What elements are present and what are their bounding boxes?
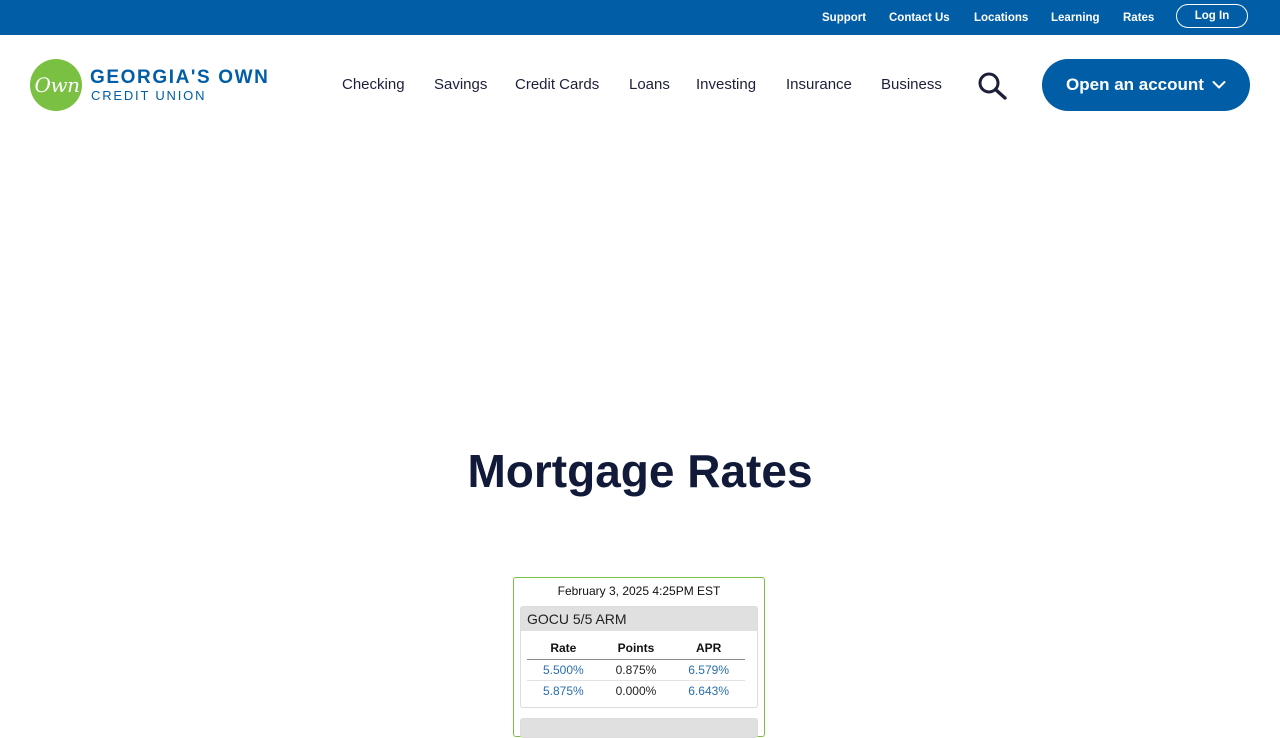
utility-link-support[interactable]: Support xyxy=(822,12,866,24)
logo-mark: Own xyxy=(30,59,82,111)
log-in-button[interactable]: Log In xyxy=(1176,4,1248,28)
rates-widget: February 3, 2025 4:25PM EST GOCU 5/5 ARM… xyxy=(513,577,765,738)
nav-item-business[interactable]: Business xyxy=(881,76,942,93)
chevron-down-icon xyxy=(1212,81,1226,89)
logo-wordmark: GEORGIA'S OWN xyxy=(90,67,270,88)
nav-item-savings[interactable]: Savings xyxy=(434,76,487,93)
utility-link-locations[interactable]: Locations xyxy=(974,12,1028,24)
page-title: Mortgage Rates xyxy=(467,445,813,497)
search-button[interactable] xyxy=(976,72,1008,100)
search-icon xyxy=(978,72,1007,100)
table-row: 5.500% 0.875% 6.579% xyxy=(527,659,745,681)
next-product-card xyxy=(520,718,758,738)
rate-cell[interactable]: 5.875% xyxy=(527,681,600,702)
utility-link-rates[interactable]: Rates xyxy=(1123,12,1154,24)
rate-table: Rate Points APR 5.500% 0.875% 6.579% 5.8… xyxy=(527,637,745,701)
open-account-button[interactable]: Open an account xyxy=(1042,59,1250,111)
logo-subtitle: CREDIT UNION xyxy=(91,88,207,103)
open-account-label: Open an account xyxy=(1066,75,1204,94)
nav-item-checking[interactable]: Checking xyxy=(342,76,405,93)
utility-bar: Support Contact Us Locations Learning Ra… xyxy=(0,0,1280,35)
nav-item-credit-cards[interactable]: Credit Cards xyxy=(515,76,599,93)
logo[interactable]: Own GEORGIA'S OWN CREDIT UNION xyxy=(30,59,290,111)
points-cell: 0.875% xyxy=(599,659,673,681)
apr-cell[interactable]: 6.643% xyxy=(672,681,745,702)
column-header-points: Points xyxy=(599,637,673,660)
column-header-apr: APR xyxy=(672,637,745,660)
nav-item-investing[interactable]: Investing xyxy=(696,76,756,93)
table-header-row: Rate Points APR xyxy=(527,637,745,660)
rate-cell[interactable]: 5.500% xyxy=(527,659,600,681)
nav-item-loans[interactable]: Loans xyxy=(629,76,670,93)
utility-link-contact-us[interactable]: Contact Us xyxy=(889,12,950,24)
logo-mark-text: Own xyxy=(34,73,80,97)
utility-link-learning[interactable]: Learning xyxy=(1051,12,1100,24)
product-name: GOCU 5/5 ARM xyxy=(521,607,757,631)
column-header-rate: Rate xyxy=(527,637,600,660)
table-row: 5.875% 0.000% 6.643% xyxy=(527,681,745,702)
apr-cell[interactable]: 6.579% xyxy=(672,659,745,681)
rates-timestamp: February 3, 2025 4:25PM EST xyxy=(557,584,721,598)
product-card: GOCU 5/5 ARM Rate Points APR 5.500% 0.87… xyxy=(520,606,758,708)
nav-item-insurance[interactable]: Insurance xyxy=(786,76,852,93)
points-cell: 0.000% xyxy=(615,684,657,698)
